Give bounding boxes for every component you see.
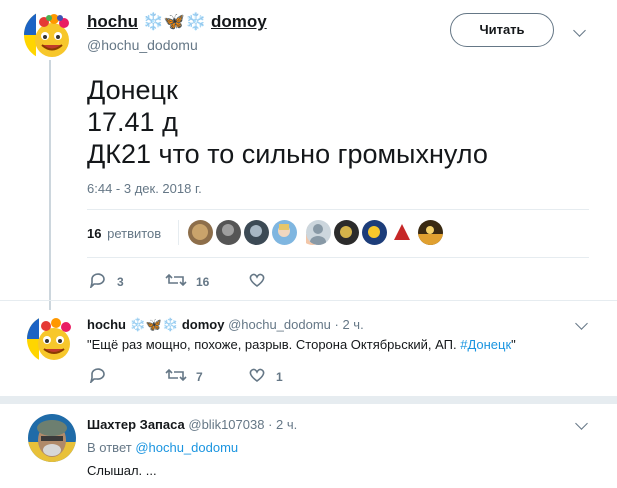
reply2-time[interactable]: · 2 ч. (268, 417, 297, 432)
user-photo-icon (28, 414, 76, 462)
chevron-down-icon[interactable] (575, 417, 588, 430)
author-emoji: ❄️🦋❄️ (129, 317, 179, 332)
retweets-label: ретвитов (107, 226, 162, 241)
author-name-part1: hochu (87, 12, 138, 31)
retweet-icon (165, 368, 187, 382)
author-name-part2: domoy (210, 12, 267, 31)
reply1-text-end: " (511, 337, 516, 352)
retweeter-avatar[interactable] (188, 220, 213, 245)
hashtag-link[interactable]: #Донецк (460, 337, 511, 352)
retweeter-avatar[interactable] (334, 220, 359, 245)
author-emoji: ❄️🦋❄️ (142, 12, 207, 31)
retweet-count: 7 (196, 370, 203, 384)
heart-icon (249, 273, 265, 287)
emoji-avatar-icon (27, 315, 75, 363)
retweeter-avatar[interactable] (216, 220, 241, 245)
main-tweet-avatar[interactable] (24, 10, 74, 60)
reply-icon (89, 368, 105, 385)
reply2-text: Слышал. ... (87, 463, 157, 478)
reply-icon (89, 273, 105, 290)
tweet-text-line: ДК21 что то сильно громыхнуло (87, 139, 488, 169)
retweet-button[interactable] (165, 272, 187, 293)
reply-count: 3 (117, 275, 124, 289)
reply2-header: Шахтер Запаса @blik107038 · 2 ч. (87, 417, 297, 432)
retweets-stat[interactable]: 16 ретвитов (87, 226, 161, 241)
reply2-avatar[interactable] (28, 414, 76, 462)
reply-button[interactable] (89, 367, 107, 388)
retweeter-avatar[interactable] (362, 220, 387, 245)
retweet-button[interactable] (165, 367, 187, 388)
like-count: 1 (276, 370, 283, 384)
reply1-header: hochu ❄️🦋❄️ domoy @hochu_dodomu · 2 ч. (87, 317, 364, 333)
divider (87, 209, 589, 210)
main-tweet-handle[interactable]: @hochu_dodomu (87, 37, 198, 53)
tweet-timestamp[interactable]: 6:44 - 3 дек. 2018 г. (87, 181, 202, 196)
main-tweet-author-name[interactable]: hochu ❄️🦋❄️ domoy (87, 12, 267, 32)
reply1-time[interactable]: · 2 ч. (335, 317, 364, 332)
like-button[interactable] (248, 367, 266, 388)
chevron-down-icon[interactable] (575, 317, 588, 330)
in-reply-handle-link[interactable]: @hochu_dodomu (135, 440, 238, 455)
retweeter-avatar[interactable] (244, 220, 269, 245)
tweet-text-line: Донецк (87, 75, 178, 105)
heart-icon (249, 368, 265, 382)
like-button[interactable] (248, 272, 266, 293)
chevron-down-icon[interactable] (573, 24, 586, 37)
reply2-in-reply-to: В ответ @hochu_dodomu (87, 440, 238, 455)
thread-separator (0, 396, 617, 404)
retweets-count: 16 (87, 226, 102, 241)
retweeter-avatar[interactable] (390, 220, 415, 245)
reply2-handle[interactable]: @blik107038 (188, 417, 264, 432)
divider (87, 257, 589, 258)
in-reply-prefix: В ответ (87, 440, 136, 455)
reply2-author-name[interactable]: Шахтер Запаса (87, 417, 185, 432)
main-tweet-text: Донецк 17.41 д ДК21 что то сильно громых… (87, 74, 488, 170)
author-name-part1[interactable]: hochu (87, 317, 126, 332)
reply1-text-body: "Ещё раз мощно, похоже, разрыв. Сторона … (87, 337, 461, 352)
reply1-handle[interactable]: @hochu_dodomu (228, 317, 331, 332)
emoji-avatar-icon (24, 10, 74, 60)
retweet-icon (165, 273, 187, 287)
retweeter-avatars-divider (178, 220, 179, 245)
follow-button[interactable]: Читать (450, 13, 554, 47)
retweeter-avatar[interactable] (272, 220, 297, 245)
reply1-avatar[interactable] (27, 315, 75, 363)
thread-line (49, 60, 51, 310)
retweeter-avatar[interactable] (306, 220, 331, 245)
reply-button[interactable] (89, 272, 107, 293)
divider (0, 300, 617, 301)
reply1-text: "Ещё раз мощно, похоже, разрыв. Сторона … (87, 337, 516, 352)
retweet-count: 16 (196, 275, 210, 289)
tweet-text-line: 17.41 д (87, 107, 178, 137)
retweeter-avatar[interactable] (418, 220, 443, 245)
author-name-part2[interactable]: domoy (182, 317, 225, 332)
